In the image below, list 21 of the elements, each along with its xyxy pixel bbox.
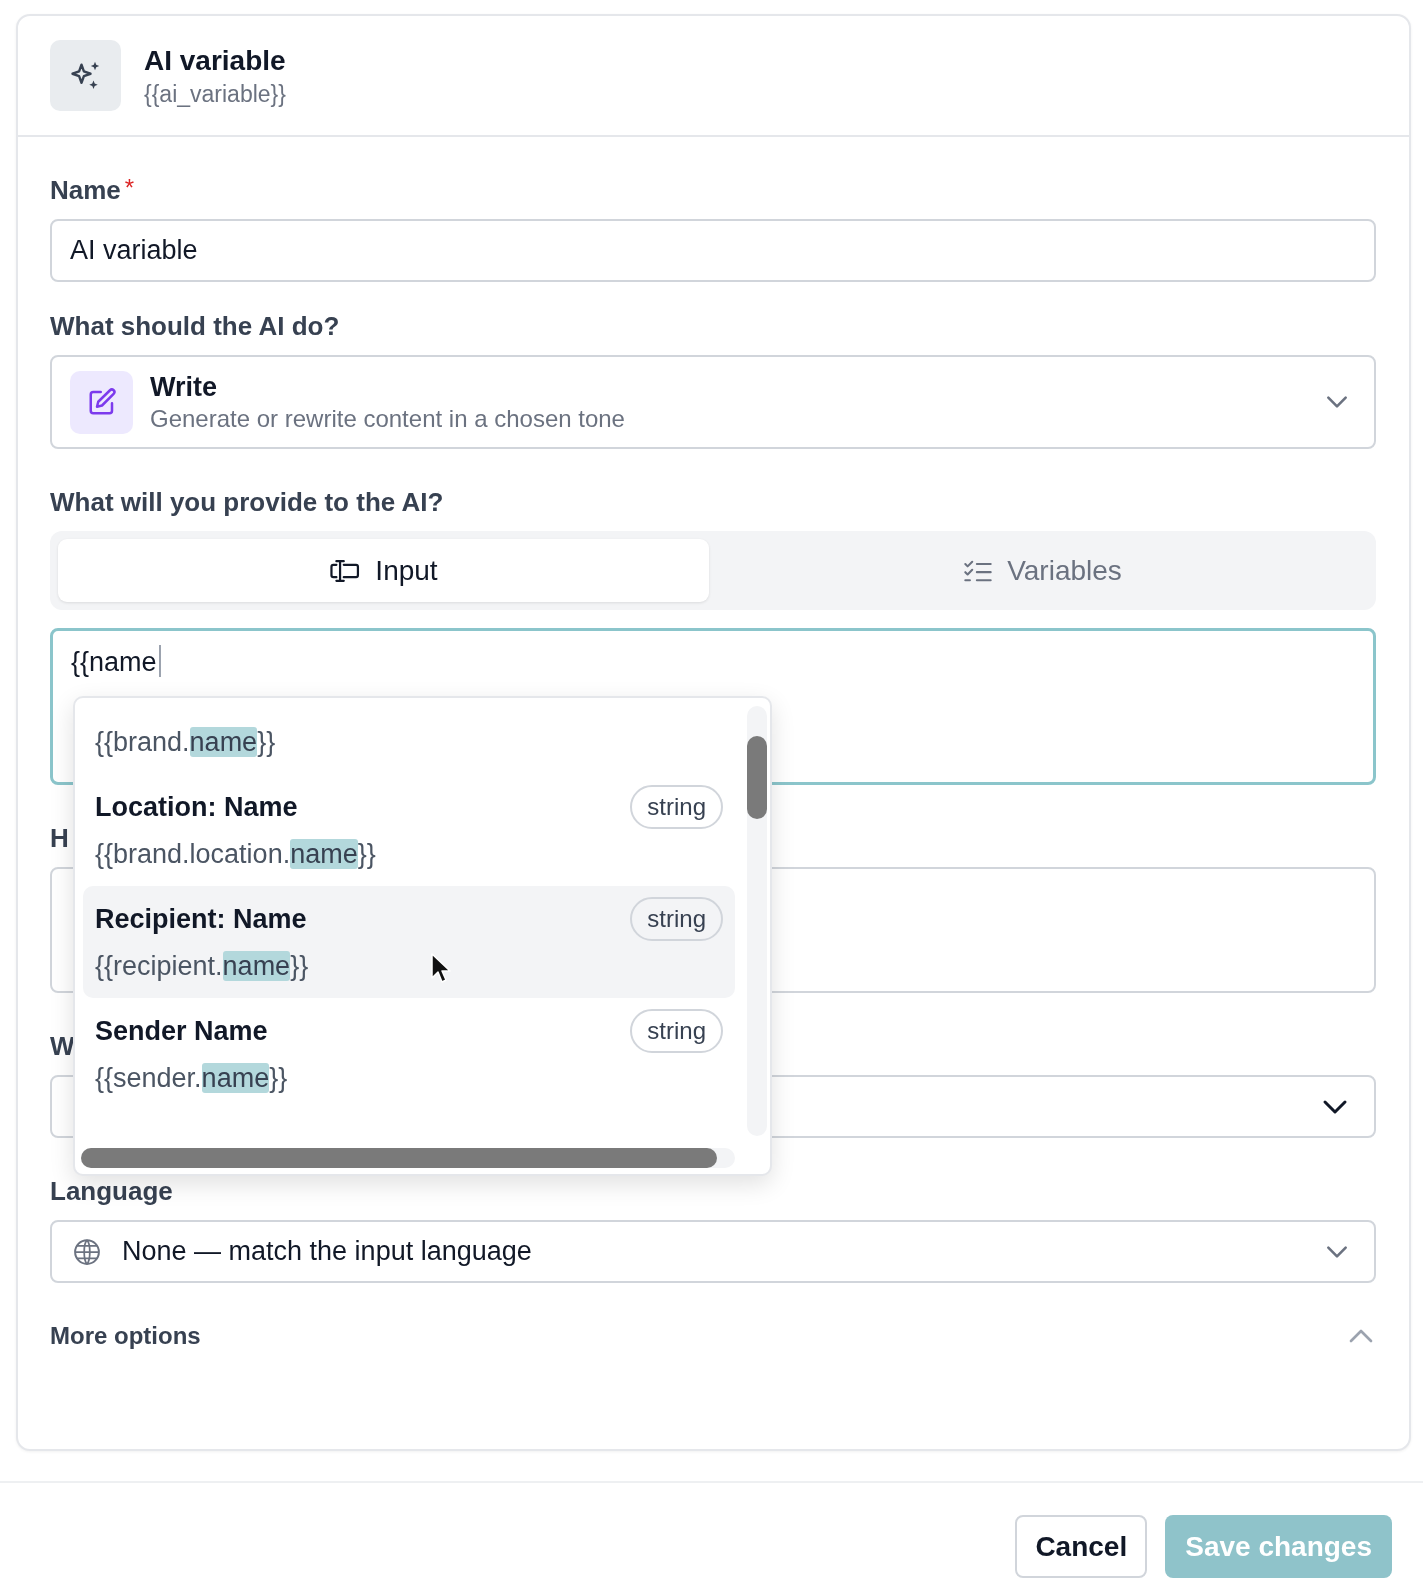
variable-token: {{ai_variable}} <box>144 79 286 109</box>
type-badge: string <box>630 897 723 941</box>
field-label: What should the AI do? <box>50 313 341 339</box>
dropdown-value: None — match the input language <box>122 1236 533 1267</box>
variable-path: {{brand.location.name}} <box>95 838 377 870</box>
field-label: H <box>50 825 70 851</box>
suggestion-title: Recipient: Name <box>95 903 307 935</box>
field-label: What will you provide to the AI? <box>50 489 445 515</box>
dialog-title: AI variable <box>144 43 286 78</box>
type-badge: string <box>630 1009 723 1053</box>
type-badge: string <box>630 785 723 829</box>
required-mark: * <box>124 177 135 199</box>
field-label: Language <box>50 1178 174 1204</box>
option-title: Write <box>150 371 218 404</box>
variable-path: {{recipient.name}} <box>95 950 310 982</box>
variable-path: {{brand.name}} <box>95 726 277 758</box>
suggestion-title: Sender Name <box>95 1015 268 1047</box>
field-label: Name <box>50 177 121 203</box>
variable-path: {{sender.name}} <box>95 1062 289 1094</box>
option-description: Generate or rewrite content in a chosen tone <box>150 404 626 434</box>
suggestion-title: Location: Name <box>95 791 298 823</box>
